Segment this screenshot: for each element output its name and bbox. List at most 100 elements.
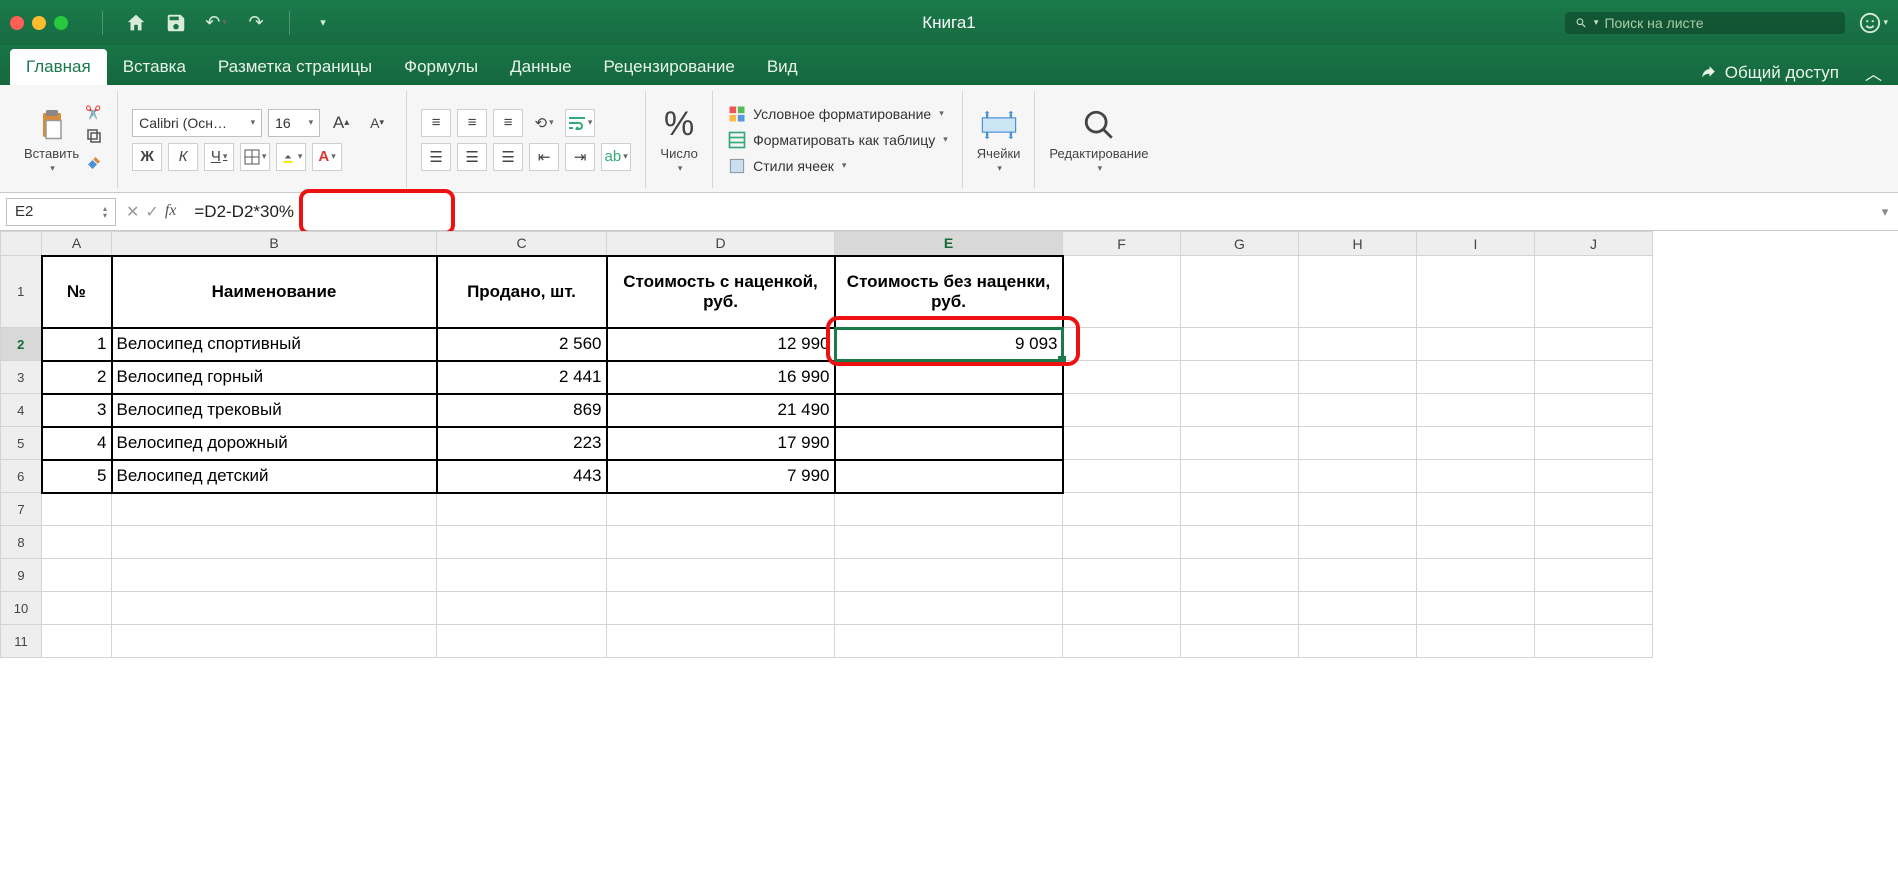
- cell-A1[interactable]: №: [42, 256, 112, 328]
- row-header-9[interactable]: 9: [1, 559, 42, 592]
- row-header-1[interactable]: 1: [1, 256, 42, 328]
- tab-view[interactable]: Вид: [751, 49, 814, 85]
- cell-B4[interactable]: Велосипед трековый: [112, 394, 437, 427]
- cell-C1[interactable]: Продано, шт.: [437, 256, 607, 328]
- col-header-G[interactable]: G: [1181, 232, 1299, 256]
- row-header-3[interactable]: 3: [1, 361, 42, 394]
- cell-B6[interactable]: Велосипед детский: [112, 460, 437, 493]
- bold-button[interactable]: Ж: [132, 143, 162, 171]
- orientation-icon[interactable]: ⟲▾: [529, 109, 559, 137]
- align-right-icon[interactable]: ☰: [493, 143, 523, 171]
- col-header-F[interactable]: F: [1063, 232, 1181, 256]
- close-window-icon[interactable]: [10, 16, 24, 30]
- cell-D5[interactable]: 17 990: [607, 427, 835, 460]
- cell-C3[interactable]: 2 441: [437, 361, 607, 394]
- cell-B1[interactable]: Наименование: [112, 256, 437, 328]
- editing-button[interactable]: Редактирование▾: [1049, 106, 1148, 174]
- col-header-E[interactable]: E: [835, 232, 1063, 256]
- spreadsheet-grid[interactable]: A B C D E F G H I J 1 № Наименование Про…: [0, 231, 1653, 658]
- merge-cells-icon[interactable]: ab▾: [601, 143, 631, 171]
- paste-button[interactable]: Вставить▾: [24, 106, 79, 174]
- cut-icon[interactable]: ✂️: [85, 105, 103, 121]
- col-header-D[interactable]: D: [607, 232, 835, 256]
- conditional-formatting-button[interactable]: Условное форматирование▾: [727, 104, 948, 124]
- cell-A4[interactable]: 3: [42, 394, 112, 427]
- row-header-4[interactable]: 4: [1, 394, 42, 427]
- sheet-search[interactable]: ▾: [1565, 12, 1845, 34]
- tab-insert[interactable]: Вставка: [107, 49, 202, 85]
- tab-home[interactable]: Главная: [10, 49, 107, 85]
- cell-styles-button[interactable]: Стили ячеек▾: [727, 156, 948, 176]
- share-button[interactable]: Общий доступ ︿: [1699, 60, 1888, 85]
- expand-formula-bar-icon[interactable]: ▾: [1872, 204, 1898, 220]
- shrink-font-icon[interactable]: A▾: [362, 109, 392, 137]
- cell-A6[interactable]: 5: [42, 460, 112, 493]
- cell-D2[interactable]: 12 990: [607, 328, 835, 361]
- quick-access-more-icon[interactable]: ▾: [312, 12, 334, 34]
- collapse-ribbon-icon[interactable]: ︿: [1865, 60, 1882, 85]
- grow-font-icon[interactable]: A▴: [326, 109, 356, 137]
- cell-E5[interactable]: [835, 427, 1063, 460]
- tab-formulas[interactable]: Формулы: [388, 49, 494, 85]
- save-icon[interactable]: [165, 12, 187, 34]
- italic-button[interactable]: К: [168, 143, 198, 171]
- fx-icon[interactable]: fx: [165, 202, 177, 222]
- cell-E4[interactable]: [835, 394, 1063, 427]
- font-size-select[interactable]: 16▾: [268, 109, 320, 137]
- cell-C4[interactable]: 869: [437, 394, 607, 427]
- cell-A2[interactable]: 1: [42, 328, 112, 361]
- select-all-corner[interactable]: [1, 232, 42, 256]
- name-box[interactable]: E2 ▴▾: [6, 198, 116, 226]
- search-input[interactable]: [1604, 15, 1835, 31]
- number-format-button[interactable]: % Число▾: [660, 106, 698, 174]
- col-header-H[interactable]: H: [1299, 232, 1417, 256]
- cell-C5[interactable]: 223: [437, 427, 607, 460]
- wrap-text-icon[interactable]: ▾: [565, 109, 595, 137]
- maximize-window-icon[interactable]: [54, 16, 68, 30]
- col-header-J[interactable]: J: [1535, 232, 1653, 256]
- align-center-icon[interactable]: ☰: [457, 143, 487, 171]
- fill-color-button[interactable]: ▾: [276, 143, 306, 171]
- align-middle-icon[interactable]: ≡: [457, 109, 487, 137]
- cell-D1[interactable]: Стоимость с наценкой, руб.: [607, 256, 835, 328]
- font-color-button[interactable]: A▾: [312, 143, 342, 171]
- row-header-8[interactable]: 8: [1, 526, 42, 559]
- cell-B3[interactable]: Велосипед горный: [112, 361, 437, 394]
- cell-C6[interactable]: 443: [437, 460, 607, 493]
- fill-handle[interactable]: [1058, 356, 1066, 364]
- cell-B5[interactable]: Велосипед дорожный: [112, 427, 437, 460]
- cell-D4[interactable]: 21 490: [607, 394, 835, 427]
- col-header-C[interactable]: C: [437, 232, 607, 256]
- cells-button[interactable]: Ячейки▾: [977, 106, 1021, 174]
- row-header-2[interactable]: 2: [1, 328, 42, 361]
- row-header-11[interactable]: 11: [1, 625, 42, 658]
- col-header-A[interactable]: A: [42, 232, 112, 256]
- cancel-formula-icon[interactable]: ✕: [126, 202, 139, 222]
- copy-icon[interactable]: [85, 127, 103, 148]
- redo-icon[interactable]: ↷: [245, 12, 267, 34]
- row-header-10[interactable]: 10: [1, 592, 42, 625]
- accept-formula-icon[interactable]: ✓: [145, 202, 158, 222]
- col-header-I[interactable]: I: [1417, 232, 1535, 256]
- font-name-select[interactable]: Calibri (Осн…▾: [132, 109, 262, 137]
- cell-A5[interactable]: 4: [42, 427, 112, 460]
- home-icon[interactable]: [125, 12, 147, 34]
- undo-icon[interactable]: ↶▾: [205, 12, 227, 34]
- minimize-window-icon[interactable]: [32, 16, 46, 30]
- col-header-B[interactable]: B: [112, 232, 437, 256]
- cell-A3[interactable]: 2: [42, 361, 112, 394]
- align-bottom-icon[interactable]: ≡: [493, 109, 523, 137]
- cell-D6[interactable]: 7 990: [607, 460, 835, 493]
- cell-E6[interactable]: [835, 460, 1063, 493]
- cell-C2[interactable]: 2 560: [437, 328, 607, 361]
- increase-indent-icon[interactable]: ⇥: [565, 143, 595, 171]
- underline-button[interactable]: Ч▾: [204, 143, 234, 171]
- cell-E2[interactable]: 9 093: [835, 328, 1063, 361]
- format-painter-icon[interactable]: [85, 154, 103, 175]
- tab-page-layout[interactable]: Разметка страницы: [202, 49, 388, 85]
- cell-B2[interactable]: Велосипед спортивный: [112, 328, 437, 361]
- tab-review[interactable]: Рецензирование: [588, 49, 751, 85]
- row-header-7[interactable]: 7: [1, 493, 42, 526]
- formula-input[interactable]: =D2-D2*30%: [186, 202, 1872, 222]
- cell-E1[interactable]: Стоимость без наценки, руб.: [835, 256, 1063, 328]
